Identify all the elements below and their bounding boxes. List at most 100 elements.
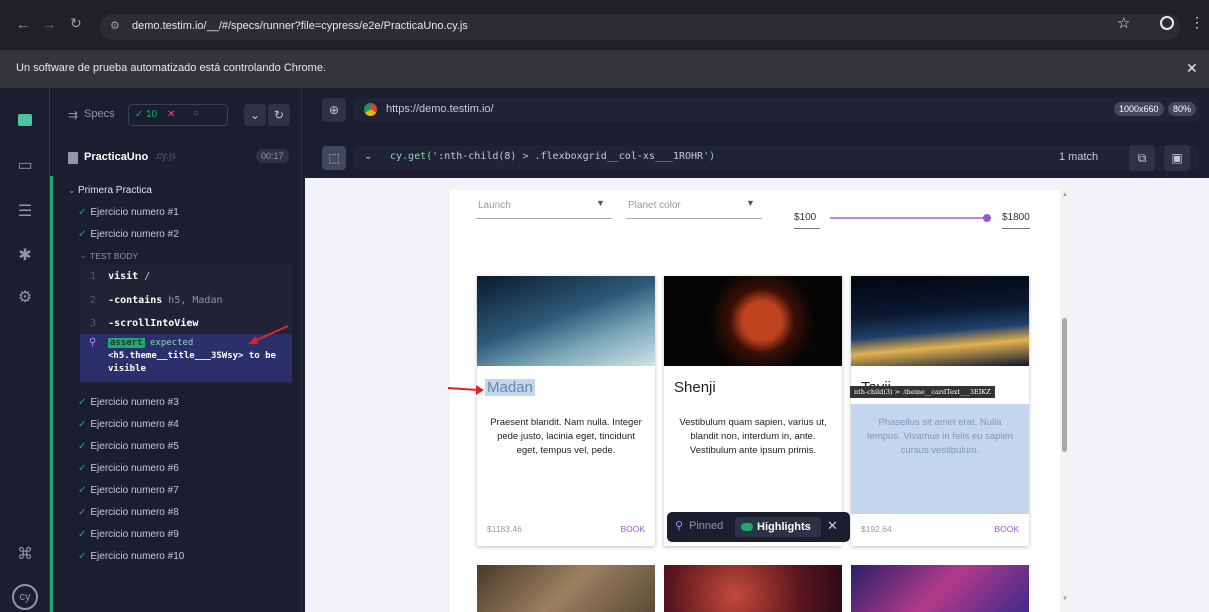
menu-kebab-icon[interactable]: ⋮	[1190, 14, 1204, 31]
planet-underline	[626, 218, 762, 219]
price-slider-track[interactable]	[830, 217, 988, 219]
url-text: demo.testim.io/__/#/specs/runner?file=cy…	[132, 20, 468, 32]
test-item[interactable]: ✓ Ejercicio numero #4	[78, 419, 179, 430]
card-image-preview	[851, 565, 1029, 612]
annotation-arrow	[248, 325, 289, 344]
assert-badge: assert	[108, 338, 145, 348]
test-title: Ejercicio numero #3	[90, 397, 179, 408]
selector-playground-target-icon[interactable]: ⊕	[322, 98, 346, 122]
specs-list-icon[interactable]: ⇉	[68, 108, 78, 122]
selector-picker-icon[interactable]: ⬚	[322, 146, 346, 170]
test-body-chevron-icon[interactable]: ⌄	[80, 251, 87, 260]
pinned-label: Pinned	[689, 520, 724, 532]
profile-icon[interactable]	[1160, 16, 1174, 30]
card-text: Vestibulum quam sapien, varius ut, bland…	[679, 417, 827, 456]
forward-icon[interactable]: →	[42, 16, 56, 32]
scroll-up-icon[interactable]: ▲	[1062, 192, 1068, 198]
stats-pill: ✓ 10 ✕ ○	[128, 104, 228, 126]
viewport-badge[interactable]: 1000x660	[1114, 102, 1164, 116]
assert-text-3: visible	[108, 364, 146, 374]
back-icon[interactable]: ←	[16, 16, 30, 32]
test-title: Ejercicio numero #2	[90, 229, 179, 240]
pass-check-icon: ✓	[78, 485, 87, 496]
pass-check-icon: ✓	[78, 207, 87, 218]
test-title: Ejercicio numero #7	[90, 485, 179, 496]
browser-toolbar: ← → ↻ ⚙ demo.testim.io/__/#/specs/runner…	[0, 0, 1209, 50]
close-infobar-icon[interactable]: ✕	[1186, 60, 1198, 77]
planet-dropdown-icon[interactable]: ▼	[746, 198, 755, 208]
test-item[interactable]: ✓ Ejercicio numero #6	[78, 463, 179, 474]
test-item[interactable]: ✓ Ejercicio numero #7	[78, 485, 179, 496]
pin-icon[interactable]: ⚲	[89, 337, 96, 348]
test-item[interactable]: ✓ Ejercicio numero #5	[78, 441, 179, 452]
cypress-nav-rail: ▭ ☰ ✱ ⚙ ⌘ cy	[0, 88, 50, 612]
suite-chevron-icon[interactable]: ⌄	[68, 185, 76, 196]
command-row[interactable]: 2 -contains h5, Madan	[90, 295, 222, 306]
pass-check-icon: ✓	[78, 441, 87, 452]
card-image-preview	[664, 565, 842, 612]
passed-indicator-strip	[50, 176, 53, 612]
copy-selector-icon[interactable]: ⧉	[1129, 145, 1155, 171]
pin-icon: ⚲	[675, 520, 684, 532]
test-item[interactable]: ✓ Ejercicio numero #8	[78, 507, 179, 518]
book-button[interactable]: BOOK	[620, 524, 645, 534]
address-bar[interactable]: ⚙ demo.testim.io/__/#/specs/runner?file=…	[100, 14, 1180, 40]
scrollbar-thumb[interactable]	[1062, 318, 1067, 452]
keyboard-shortcuts-icon[interactable]: ⌘	[15, 545, 35, 565]
destination-card: Tayji Phasellus sit amet erat. Nulla tem…	[851, 276, 1029, 546]
stop-menu-button[interactable]: ⌄	[244, 104, 266, 126]
highlights-toggle[interactable]: Highlights	[735, 517, 821, 537]
launch-dropdown-icon[interactable]: ▼	[596, 198, 605, 208]
settings-gear-icon[interactable]: ⚙	[15, 288, 35, 308]
cypress-logo-icon[interactable]: cy	[12, 584, 38, 610]
pass-check-icon: ✓	[78, 529, 87, 540]
command-name: -scrollIntoView	[108, 318, 199, 329]
assert-text-1: expected	[150, 338, 194, 348]
command-arg: h5, Madan	[168, 295, 223, 306]
price-min-underline	[794, 228, 820, 229]
test-title: Ejercicio numero #1	[90, 207, 179, 218]
card-price: $192.64	[861, 524, 892, 534]
test-item[interactable]: ✓ Ejercicio numero #1	[78, 207, 179, 218]
test-title: Ejercicio numero #4	[90, 419, 179, 430]
card-image-preview	[477, 565, 655, 612]
selector-bar: ⌄ cy.get(':nth-child(8) > .flexboxgrid__…	[354, 145, 1199, 171]
pinned-toolbar: ⚲ Pinned Highlights ✕	[667, 512, 850, 542]
suite-title[interactable]: Primera Practica	[78, 185, 152, 196]
reload-icon[interactable]: ↻	[70, 15, 82, 32]
rerun-icon[interactable]: ↻	[268, 104, 290, 126]
pass-check-icon: ✓	[78, 229, 87, 240]
test-item[interactable]: ✓ Ejercicio numero #2	[78, 229, 179, 240]
spec-name[interactable]: PracticaUno	[84, 151, 148, 163]
zoom-badge[interactable]: 80%	[1168, 102, 1197, 116]
match-count: 1 match	[1059, 151, 1099, 163]
test-item[interactable]: ✓ Ejercicio numero #3	[78, 397, 179, 408]
command-row[interactable]: 1 visit /	[90, 271, 150, 282]
bookmark-star-icon[interactable]: ☆	[1117, 14, 1130, 32]
highlights-label: Highlights	[757, 521, 811, 533]
price-slider-handle[interactable]	[983, 214, 991, 222]
method-dropdown-icon[interactable]: ⌄	[364, 151, 372, 162]
test-item[interactable]: ✓ Ejercicio numero #10	[78, 551, 184, 562]
book-button[interactable]: BOOK	[994, 524, 1019, 534]
automation-infobar: Un software de prueba automatizado está …	[0, 50, 1209, 88]
launch-select-label[interactable]: Launch	[478, 200, 511, 211]
selector-cmd: cy.get('	[390, 151, 439, 162]
runs-icon[interactable]: ▭	[15, 156, 35, 176]
settings-list-icon[interactable]: ☰	[15, 202, 35, 222]
site-settings-icon[interactable]: ⚙	[110, 19, 120, 32]
selector-input[interactable]: cy.get(':nth-child(8) > .flexboxgrid__co…	[390, 151, 715, 162]
selector-tooltip: nth-child(3) > .theme__cardText___3EIKZ	[850, 386, 995, 398]
print-console-icon[interactable]: ▣	[1164, 145, 1190, 171]
specs-icon[interactable]	[15, 110, 35, 130]
app-iframe: Launch ▼ Planet color ▼ $100 $1800 Madan…	[450, 190, 1070, 612]
test-item[interactable]: ✓ Ejercicio numero #9	[78, 529, 179, 540]
aut-url-bar[interactable]: https://demo.testim.io/ 1000x660 80%	[354, 98, 1199, 122]
scroll-down-icon[interactable]: ▼	[1062, 596, 1068, 602]
command-row[interactable]: 3 -scrollIntoView	[90, 318, 198, 329]
debug-bug-icon[interactable]: ✱	[15, 246, 35, 266]
planet-select-label[interactable]: Planet color	[628, 200, 681, 211]
close-pinned-icon[interactable]: ✕	[827, 518, 838, 534]
card-price: $1183.46	[487, 524, 522, 534]
specs-label[interactable]: Specs	[84, 108, 115, 120]
